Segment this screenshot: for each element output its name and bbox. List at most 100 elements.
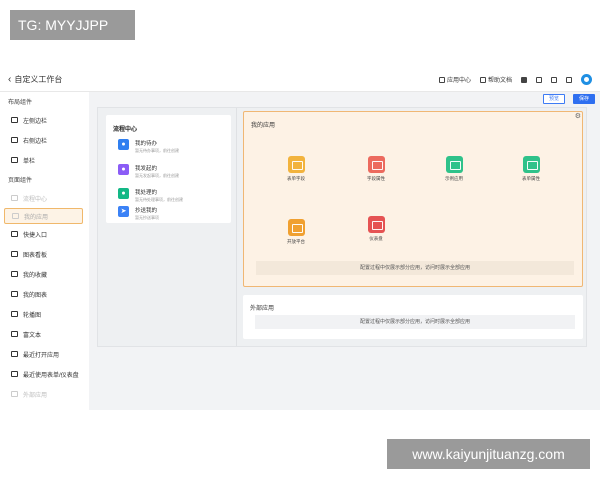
watermark-bottom: www.kaiyunjituanzg.com <box>387 439 590 469</box>
watermark-top: TG: MYYJJPP <box>10 10 135 40</box>
sidebar-item-rich-text[interactable]: 富文本 <box>0 324 89 344</box>
sidebar-item-label: 最近使用表单/仪表盘 <box>23 372 79 379</box>
app-center-link[interactable]: 应用中心 <box>438 75 471 84</box>
component-icon <box>11 231 18 237</box>
component-icon <box>11 351 18 357</box>
app-tile-field-props[interactable]: 字段属性 <box>356 156 396 182</box>
flow-item-sub: 暂无待办事项，前往创建 <box>135 148 179 153</box>
app-tile-label: 仪表盘 <box>369 236 383 241</box>
flow-item-initiated[interactable]: ● 我发起的 暂无发起事项，前往创建 <box>118 164 179 179</box>
app-tile-form-props[interactable]: 表单属性 <box>511 156 551 182</box>
flow-item-handled[interactable]: ● 我处理的 暂无待处理事项，前往创建 <box>118 188 183 203</box>
sidebar-item-left-sidebar[interactable]: 左侧边栏 <box>0 110 89 130</box>
sidebar-item-label: 我的应用 <box>24 214 49 221</box>
column-divider <box>236 108 237 346</box>
cc-icon: ➤ <box>118 206 129 217</box>
app-tile-sample-app[interactable]: 示例应用 <box>434 156 474 182</box>
layout-canvas: 流程中心 ● 我的待办 暂无待办事项，前往创建 ● 我发起的 暂无发起事项，前往创建… <box>97 107 587 347</box>
settings-icon[interactable] <box>566 76 572 83</box>
sidebar-item-recent-forms[interactable]: 最近使用表单/仪表盘 <box>0 364 89 384</box>
editor-main: 预览 保存 流程中心 ● 我的待办 暂无待办事项，前往创建 ● 我发起的 暂无发起事… <box>89 92 600 410</box>
app-tile-label: 字段属性 <box>367 176 385 181</box>
layout-section-title: 布局组件 <box>8 100 33 106</box>
gear-icon[interactable]: ⚙ <box>575 112 581 120</box>
sidebar-item-carousel[interactable]: 轮播图 <box>0 304 89 324</box>
chart-icon <box>367 216 385 233</box>
sidebar-item-label: 单栏 <box>23 158 36 165</box>
sidebar-item-external-apps[interactable]: 外部应用 <box>0 384 89 404</box>
component-icon <box>11 391 18 397</box>
sidebar-item-quick-entry[interactable]: 快捷入口 <box>0 224 89 244</box>
sidebar-item-label: 我的图表 <box>23 292 48 299</box>
component-icon <box>11 271 18 277</box>
sidebar-item-label: 图表看板 <box>23 252 48 259</box>
flow-item-title: 我发起的 <box>135 166 158 172</box>
component-icon <box>11 371 18 377</box>
avatar[interactable] <box>581 74 592 85</box>
users-icon <box>445 156 463 173</box>
app-tile-open-platform[interactable]: 开放平台 <box>276 219 316 245</box>
sidebar-item-my-favorites[interactable]: 我的收藏 <box>0 264 89 284</box>
flow-item-todo[interactable]: ● 我的待办 暂无待办事项，前往创建 <box>118 139 179 154</box>
app-tile-dashboard[interactable]: 仪表盘 <box>356 216 396 242</box>
back-button[interactable]: ‹ 自定义工作台 <box>8 74 62 85</box>
send-icon: ● <box>118 164 129 175</box>
sidebar-item-label: 轮播图 <box>23 312 42 319</box>
external-apps-widget[interactable]: 外部应用 配置过程中仅展示部分应用，访问时展示全部应用 <box>243 295 583 339</box>
app-tile-label: 表单属性 <box>522 176 540 181</box>
sidebar-item-my-apps[interactable]: 我的应用 <box>4 208 83 224</box>
bell-icon: ● <box>118 139 129 150</box>
sidebar-item-label: 快捷入口 <box>23 232 48 239</box>
app-tile-label: 表单字段 <box>287 176 305 181</box>
message-icon[interactable] <box>551 76 557 83</box>
sidebar-item-right-sidebar[interactable]: 右侧边栏 <box>0 130 89 150</box>
my-apps-title: 我的应用 <box>251 123 276 129</box>
flow-center-title: 流程中心 <box>113 127 138 133</box>
app-tile-form-fields[interactable]: 表单字段 <box>276 156 316 182</box>
flow-item-cc[interactable]: ➤ 抄送我的 暂无抄送事项 <box>118 206 159 221</box>
flow-item-sub: 暂无待处理事项，前往创建 <box>135 197 183 202</box>
mail-icon[interactable] <box>536 76 542 83</box>
layout-icon <box>11 137 18 143</box>
sidebar-item-single-column[interactable]: 单栏 <box>0 150 89 170</box>
chevron-left-icon: ‹ <box>8 73 12 85</box>
page-section-title: 页面组件 <box>8 178 33 184</box>
sidebar-item-label: 流程中心 <box>23 196 48 203</box>
toolbar: 应用中心 帮助文档 <box>438 74 592 85</box>
check-icon: ● <box>118 188 129 199</box>
sidebar-item-flow-center[interactable]: 流程中心 <box>0 188 89 208</box>
user-icon[interactable] <box>521 76 527 83</box>
component-sidebar: 布局组件 左侧边栏 右侧边栏 单栏 页面组件 流程中心 我的应用 快捷入口 图表… <box>0 92 89 410</box>
flow-item-sub: 暂无发起事项，前往创建 <box>135 173 179 178</box>
preview-button[interactable]: 预览 <box>543 94 565 104</box>
help-docs-link[interactable]: 帮助文档 <box>479 75 512 84</box>
component-icon <box>11 291 18 297</box>
list-icon <box>522 156 540 173</box>
sidebar-item-my-charts[interactable]: 我的图表 <box>0 284 89 304</box>
sidebar-item-label: 富文本 <box>23 332 42 339</box>
flow-item-title: 我处理的 <box>135 190 158 196</box>
sidebar-item-label: 右侧边栏 <box>23 138 48 145</box>
doc-icon <box>479 76 486 83</box>
component-icon <box>11 331 18 337</box>
layout-icon <box>11 157 18 163</box>
sidebar-item-recent-apps[interactable]: 最近打开应用 <box>0 344 89 364</box>
flow-center-card[interactable]: 流程中心 ● 我的待办 暂无待办事项，前往创建 ● 我发起的 暂无发起事项，前往创建… <box>106 115 231 223</box>
save-button[interactable]: 保存 <box>573 94 595 104</box>
image-icon <box>367 156 385 173</box>
workbench-editor: ‹ 自定义工作台 应用中心 帮助文档 布局组件 左侧边栏 右侧边栏 单栏 页面组… <box>0 68 600 410</box>
component-icon <box>11 251 18 257</box>
top-bar: ‹ 自定义工作台 应用中心 帮助文档 <box>0 68 600 92</box>
external-apps-title: 外部应用 <box>250 306 275 312</box>
sidebar-item-label: 我的收藏 <box>23 272 48 279</box>
grid-icon <box>438 76 445 83</box>
sidebar-item-label: 最近打开应用 <box>23 352 60 359</box>
flow-item-title: 我的待办 <box>135 141 158 147</box>
sidebar-item-label: 外部应用 <box>23 392 48 399</box>
app-tile-label: 示例应用 <box>445 176 463 181</box>
sidebar-item-chart-board[interactable]: 图表看板 <box>0 244 89 264</box>
my-apps-widget[interactable]: 我的应用 ⚙ 表单字段 字段属性 示例应用 表单属性 开放平台 仪表盘 配置过程… <box>243 111 583 287</box>
component-icon <box>11 311 18 317</box>
component-icon <box>12 213 19 219</box>
page-title: 自定义工作台 <box>14 75 63 84</box>
